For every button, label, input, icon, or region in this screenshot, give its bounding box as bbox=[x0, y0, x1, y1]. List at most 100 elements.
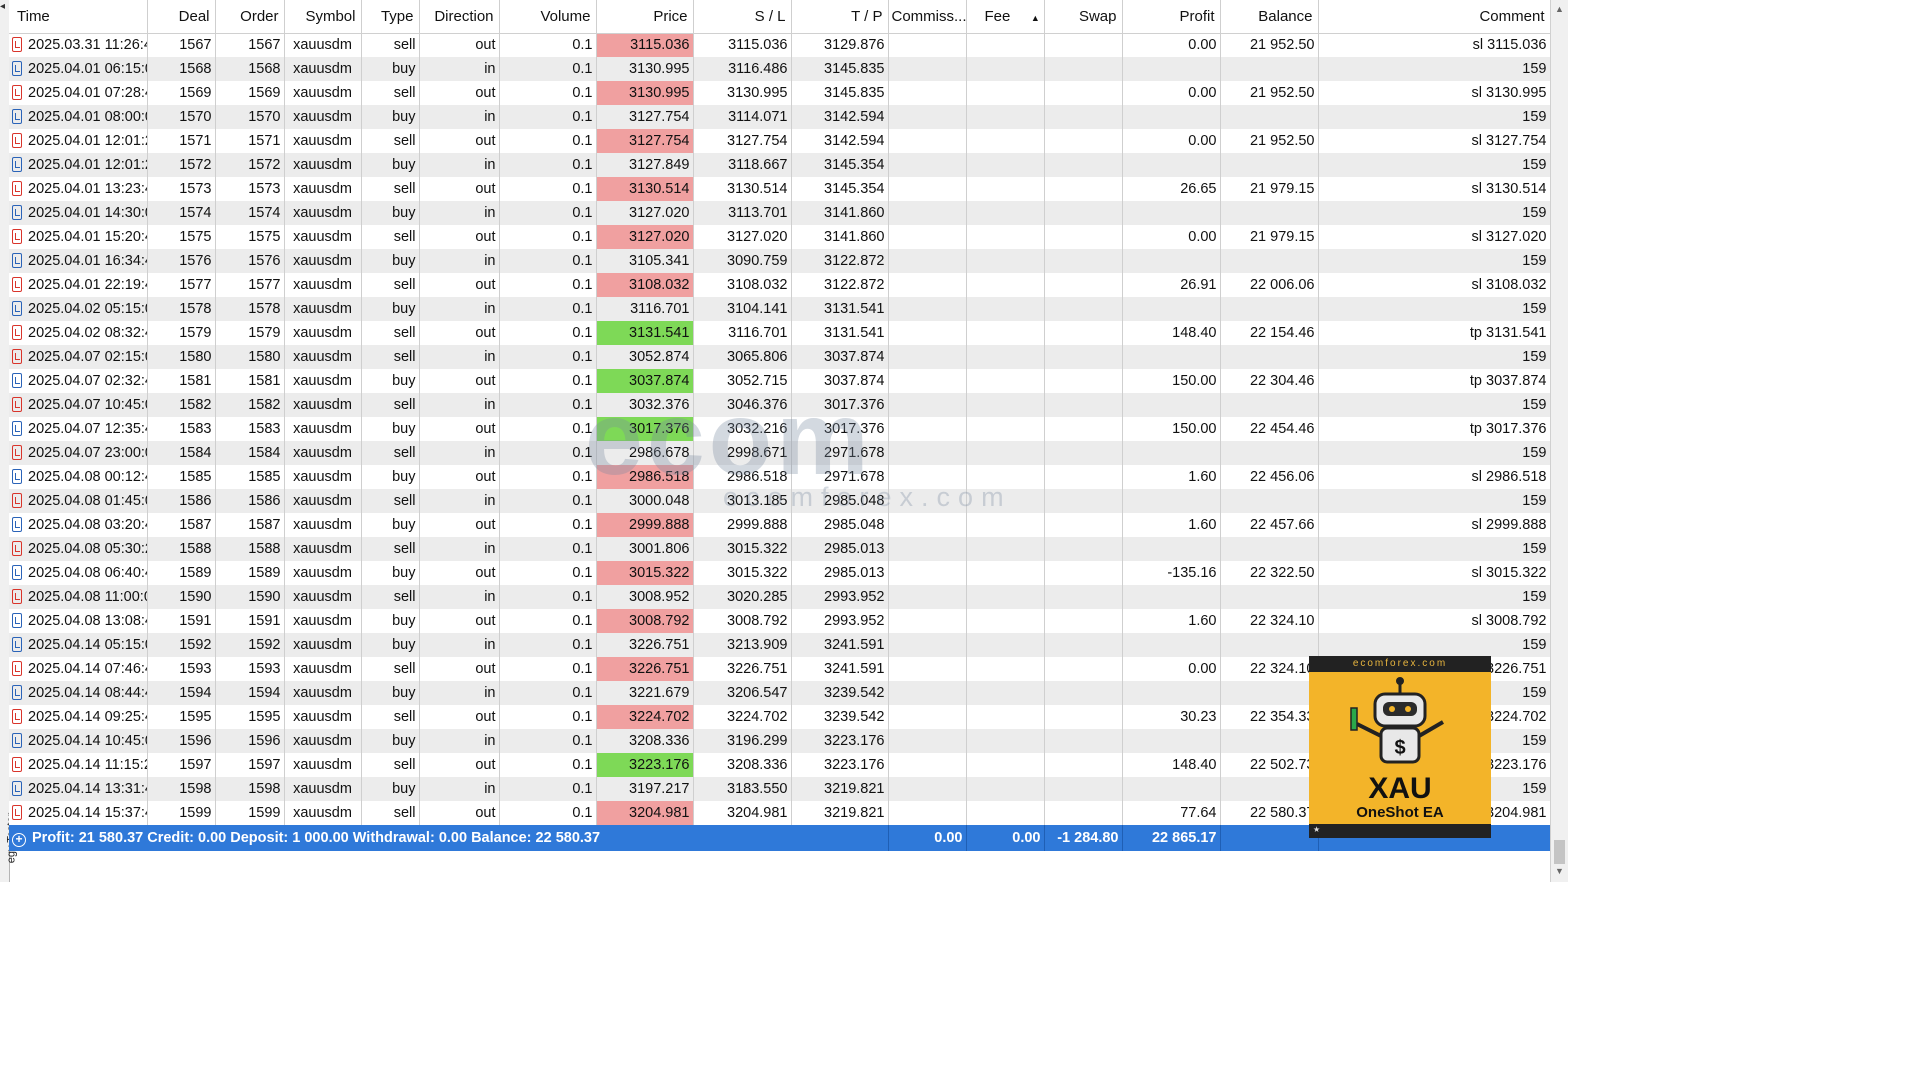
cell-type: buy bbox=[361, 609, 420, 633]
column-header-comment[interactable]: Comment bbox=[1318, 0, 1551, 34]
deal-time: 2025.04.01 14:30:00 bbox=[28, 205, 146, 221]
table-row[interactable]: 2025.04.01 07:28:4015691569xauusdmsellou… bbox=[9, 81, 1551, 105]
scroll-down-icon[interactable]: ▼ bbox=[1555, 866, 1564, 876]
cell-comment: sl 3008.792 bbox=[1318, 609, 1551, 633]
table-row[interactable]: 2025.04.01 15:20:4015751575xauusdmsellou… bbox=[9, 225, 1551, 249]
column-header-fee[interactable]: Fee ▲ bbox=[966, 0, 1045, 34]
cell-direction: in bbox=[419, 345, 500, 369]
column-header-direction[interactable]: Direction bbox=[419, 0, 500, 34]
cell-time: 2025.04.14 15:37:40 bbox=[9, 801, 148, 825]
cell-deal: 1588 bbox=[147, 537, 216, 561]
cell-fee bbox=[966, 585, 1045, 609]
cell-t-p: 3145.835 bbox=[791, 81, 889, 105]
column-header-type[interactable]: Type bbox=[361, 0, 420, 34]
cell-profit bbox=[1122, 201, 1221, 225]
deal-time: 2025.04.01 12:01:20 bbox=[28, 133, 146, 149]
column-header-commiss[interactable]: Commiss... bbox=[888, 0, 967, 34]
cell-deal: 1571 bbox=[147, 129, 216, 153]
table-row[interactable]: 2025.03.31 11:26:40 1567 1567 xauusdm sell ou… bbox=[9, 33, 1551, 57]
cell-fee bbox=[966, 201, 1045, 225]
table-row[interactable]: 2025.04.08 13:08:4015911591xauusdmbuyout… bbox=[9, 609, 1551, 633]
cell-deal: 1568 bbox=[147, 57, 216, 81]
cell-swap bbox=[1044, 81, 1123, 105]
cell-type: sell bbox=[361, 177, 420, 201]
table-row[interactable]: 2025.04.08 03:20:4015871587xauusdmbuyout… bbox=[9, 513, 1551, 537]
column-header-order[interactable]: Order bbox=[215, 0, 285, 34]
table-row[interactable]: 2025.04.07 23:00:0015841584xauusdmsellin… bbox=[9, 441, 1551, 465]
cell-swap bbox=[1044, 393, 1123, 417]
scrollbar-thumb[interactable] bbox=[1554, 840, 1565, 864]
cell-volume: 0.1 bbox=[499, 201, 597, 225]
sell-deal-icon bbox=[12, 229, 22, 244]
cell-time: 2025.04.01 14:30:00 bbox=[9, 201, 148, 225]
promo-badge: ecomforex.com $ XAU OneShot EA ★ bbox=[1309, 656, 1491, 838]
table-row[interactable]: 2025.04.07 12:35:4015831583xauusdmbuyout… bbox=[9, 417, 1551, 441]
vertical-scrollbar[interactable]: ▲ ▼ bbox=[1550, 0, 1568, 882]
cell-order: 1568 bbox=[215, 57, 285, 81]
cell-price: 3116.701 bbox=[596, 297, 694, 321]
table-row[interactable]: 2025.04.14 05:15:0015921592xauusdmbuyin0… bbox=[9, 633, 1551, 657]
table-row[interactable]: 2025.04.08 01:45:0015861586xauusdmsellin… bbox=[9, 489, 1551, 513]
cell-price: 3105.341 bbox=[596, 249, 694, 273]
expand-plus-icon[interactable]: + bbox=[12, 832, 26, 847]
buy-deal-icon bbox=[12, 685, 22, 700]
column-header-s-l[interactable]: S / L bbox=[693, 0, 792, 34]
table-row[interactable]: 2025.04.01 12:01:2015711571xauusdmsellou… bbox=[9, 129, 1551, 153]
cell-time: 2025.04.01 22:19:40 bbox=[9, 273, 148, 297]
column-header-time[interactable]: Time bbox=[9, 0, 148, 34]
table-row[interactable]: 2025.04.01 08:00:0015701570xauusdmbuyin0… bbox=[9, 105, 1551, 129]
cell-type: sell bbox=[361, 753, 420, 777]
cell-balance: 22 006.06 bbox=[1220, 273, 1319, 297]
cell-type: sell bbox=[361, 321, 420, 345]
cell-balance: 22 456.06 bbox=[1220, 465, 1319, 489]
cell-symbol: xauusdm bbox=[284, 105, 362, 129]
collapse-arrow-icon[interactable]: ◂ bbox=[0, 2, 5, 12]
scroll-up-icon[interactable]: ▲ bbox=[1555, 4, 1564, 14]
cell-profit bbox=[1122, 777, 1221, 801]
table-row[interactable]: 2025.04.08 05:30:2015881588xauusdmsellin… bbox=[9, 537, 1551, 561]
table-row[interactable]: 2025.04.02 08:32:4015791579xauusdmsellou… bbox=[9, 321, 1551, 345]
cell-fee bbox=[966, 153, 1045, 177]
table-row[interactable]: 2025.04.01 22:19:4015771577xauusdmsellou… bbox=[9, 273, 1551, 297]
cell-swap bbox=[1044, 465, 1123, 489]
table-row[interactable]: 2025.04.08 11:00:00 1590 1590 xauusdm sell in… bbox=[9, 585, 1551, 609]
table-row[interactable]: 2025.04.07 02:15:0015801580xauusdmsellin… bbox=[9, 345, 1551, 369]
column-header-deal[interactable]: Deal bbox=[147, 0, 216, 34]
cell-comment: sl 3130.514 bbox=[1318, 177, 1551, 201]
cell-swap bbox=[1044, 513, 1123, 537]
column-header-symbol[interactable]: Symbol bbox=[284, 0, 362, 34]
cell-commiss bbox=[888, 441, 967, 465]
buy-deal-icon bbox=[12, 157, 22, 172]
table-row[interactable]: 2025.04.08 00:12:4015851585xauusdmbuyout… bbox=[9, 465, 1551, 489]
table-row[interactable]: 2025.04.01 14:30:0015741574xauusdmbuyin0… bbox=[9, 201, 1551, 225]
table-row[interactable]: 2025.04.01 06:15:0015681568xauusdmbuyin0… bbox=[9, 57, 1551, 81]
table-row[interactable]: 2025.04.01 12:01:2015721572xauusdmbuyin0… bbox=[9, 153, 1551, 177]
column-header-profit[interactable]: Profit bbox=[1122, 0, 1221, 34]
column-header-balance[interactable]: Balance bbox=[1220, 0, 1319, 34]
cell-deal: 1573 bbox=[147, 177, 216, 201]
table-row[interactable]: 2025.04.08 06:40:4015891589xauusdmbuyout… bbox=[9, 561, 1551, 585]
column-header-price[interactable]: Price bbox=[596, 0, 694, 34]
table-row[interactable]: 2025.04.07 02:32:4015811581xauusdmbuyout… bbox=[9, 369, 1551, 393]
cell-profit: 30.23 bbox=[1122, 705, 1221, 729]
cell-volume: 0.1 bbox=[499, 777, 597, 801]
cell-time: 2025.04.08 05:30:20 bbox=[9, 537, 148, 561]
cell-fee bbox=[966, 33, 1045, 57]
table-row[interactable]: 2025.04.02 05:15:0015781578xauusdmbuyin0… bbox=[9, 297, 1551, 321]
column-header-volume[interactable]: Volume bbox=[499, 0, 597, 34]
cell-price: 3052.874 bbox=[596, 345, 694, 369]
table-row[interactable]: 2025.04.01 16:34:4015761576xauusdmbuyin0… bbox=[9, 249, 1551, 273]
column-header-t-p[interactable]: T / P bbox=[791, 0, 889, 34]
cell-s-l: 3116.486 bbox=[693, 57, 792, 81]
deal-time: 2025.04.14 05:15:00 bbox=[28, 637, 146, 653]
cell-direction: out bbox=[419, 33, 500, 57]
table-row[interactable]: 2025.04.07 10:45:0015821582xauusdmsellin… bbox=[9, 393, 1551, 417]
cell-deal: 1580 bbox=[147, 345, 216, 369]
deal-time: 2025.04.01 06:15:00 bbox=[28, 61, 146, 77]
cell-order: 1585 bbox=[215, 465, 285, 489]
column-header-swap[interactable]: Swap bbox=[1044, 0, 1123, 34]
table-row[interactable]: 2025.04.01 13:23:4015731573xauusdmsellou… bbox=[9, 177, 1551, 201]
cell-symbol: xauusdm bbox=[284, 729, 362, 753]
cell-order: 1584 bbox=[215, 441, 285, 465]
cell-type: sell bbox=[361, 225, 420, 249]
